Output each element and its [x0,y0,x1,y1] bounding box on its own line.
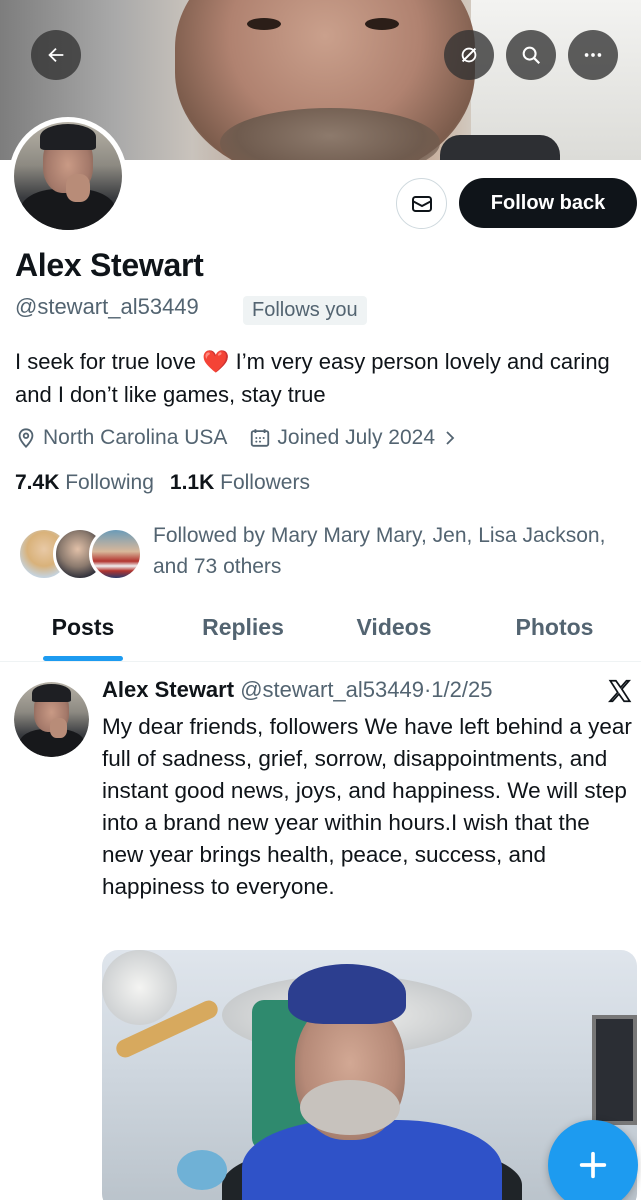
profile-meta: North Carolina USA Joined July 2024 [15,424,481,452]
joined-text: Joined July 2024 [277,426,436,449]
tab-videos-label: Videos [356,613,432,640]
tab-photos[interactable]: Photos [468,596,641,658]
more-horizontal-icon [584,53,602,57]
tab-videos[interactable]: Videos [320,596,468,658]
nurse-cap [177,1150,227,1190]
tab-photos-label: Photos [515,613,594,640]
follows-you-badge: Follows you [243,296,367,325]
location-text: North Carolina USA [43,426,228,449]
follow-back-button[interactable]: Follow back [459,178,637,228]
joined-item[interactable]: Joined July 2024 [249,426,459,450]
post-author-name[interactable]: Alex Stewart [102,677,234,702]
post-avatar-cap [32,683,71,702]
search-button[interactable] [506,30,556,80]
mail-icon [411,195,432,212]
post-author-avatar[interactable] [14,682,89,757]
followed-by-text[interactable]: Followed by Mary Mary Mary, Jen, Lisa Ja… [153,520,633,582]
banner-eye-right [365,18,399,30]
profile-bio: I seek for true love ❤️ I’m very easy pe… [15,345,630,411]
follower-avatar-3 [89,527,143,581]
tab-replies-label: Replies [202,613,284,640]
post-date[interactable]: 1/2/25 [431,677,492,702]
followers-label: Followers [220,471,310,494]
location-item: North Carolina USA [15,426,227,450]
post-author-handle[interactable]: @stewart_al53449 [240,677,424,702]
following-label: Following [65,471,154,494]
active-tab-indicator [43,656,123,661]
x-logo-icon [608,679,632,703]
followed-by-avatars[interactable] [17,527,143,581]
more-button[interactable] [568,30,618,80]
profile-handle: @stewart_al53449 [15,294,199,319]
banner-eye-left [247,18,281,30]
post-header: Alex Stewart @stewart_al53449·1/2/25 [102,677,492,703]
surgeon-beard [300,1080,400,1135]
profile-tabs: Posts Replies Videos Photos [0,596,641,662]
calendar-icon [251,429,270,447]
followers-count: 1.1K [169,471,215,494]
search-icon [522,46,541,65]
location-pin-icon [18,428,34,449]
message-button[interactable] [396,178,447,229]
post-avatar-hand [50,718,67,738]
following-link[interactable]: 7.4K Following [15,471,154,495]
avatar-photo [14,122,122,230]
tab-replies[interactable]: Replies [166,596,320,658]
plus-icon [579,1151,607,1179]
followers-link[interactable]: 1.1K Followers [170,471,310,495]
chevron-right-icon [446,431,455,445]
grok-icon [461,47,477,63]
monitor [592,1015,637,1125]
surgeon-cap [288,964,406,1024]
heart-emoji: ❤️ [202,349,230,374]
post-text: My dear friends, followers We have left … [102,714,632,899]
compose-button[interactable] [548,1120,638,1200]
avatar-cap [39,124,97,151]
profile-name: Alex Stewart [15,247,204,283]
back-button[interactable] [31,30,81,80]
grok-button[interactable] [444,30,494,80]
following-count: 7.4K [15,471,60,494]
follow-stats: 7.4K Following 1.1K Followers [15,471,310,495]
banner-shirt [440,135,560,160]
tab-posts-label: Posts [51,613,115,640]
bio-text-start: I seek for true love [15,349,203,374]
profile-avatar[interactable] [9,117,127,235]
tab-posts[interactable]: Posts [0,596,166,661]
arrow-left-icon [48,47,64,63]
post-avatar-photo [14,682,89,757]
avatar-hand [65,173,90,202]
surgical-lamp [102,950,177,1025]
